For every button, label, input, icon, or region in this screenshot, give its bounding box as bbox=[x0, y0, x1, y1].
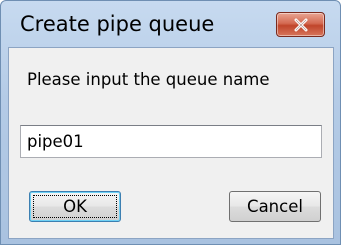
ok-button[interactable]: OK bbox=[29, 191, 121, 222]
close-x-icon bbox=[294, 18, 308, 32]
window-title: Create pipe queue bbox=[20, 12, 215, 36]
queue-name-prompt: Please input the queue name bbox=[27, 70, 270, 89]
cancel-button-label: Cancel bbox=[247, 197, 303, 216]
queue-name-input[interactable] bbox=[20, 125, 322, 158]
close-button[interactable] bbox=[276, 12, 325, 37]
ok-button-label: OK bbox=[63, 197, 87, 216]
cancel-button[interactable]: Cancel bbox=[229, 191, 321, 222]
title-bar[interactable]: Create pipe queue bbox=[1, 1, 340, 47]
